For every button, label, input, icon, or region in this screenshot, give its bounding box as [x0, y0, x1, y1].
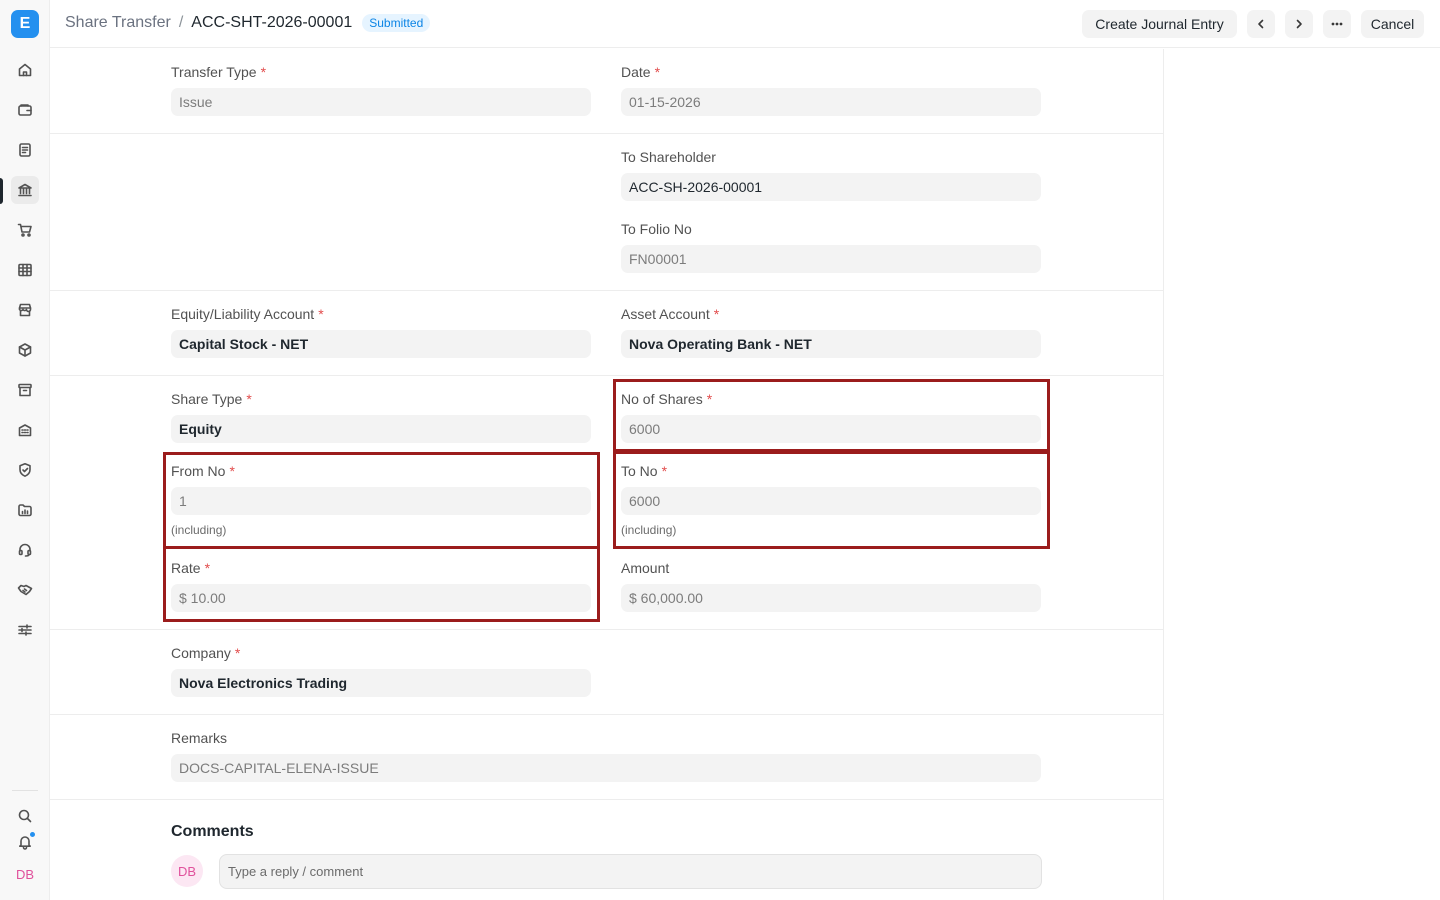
share-type-field[interactable]: Equity — [171, 415, 591, 443]
page-header: Share Transfer / ACC-SHT-2026-00001 Subm… — [50, 0, 1440, 48]
active-indicator — [0, 178, 3, 204]
equity-account-label-text: Equity/Liability Account — [171, 306, 315, 322]
cart-icon[interactable] — [11, 216, 39, 244]
ellipsis-icon — [1331, 22, 1343, 26]
transfer-type-label-text: Transfer Type — [171, 64, 257, 80]
remarks-label: Remarks — [171, 730, 228, 746]
required-mark: * — [318, 306, 324, 322]
highlight-to-no — [613, 451, 1050, 549]
archive-icon[interactable] — [11, 376, 39, 404]
app-logo-letter: E — [19, 15, 31, 32]
sliders-icon[interactable] — [11, 616, 39, 644]
breadcrumb-parent-link[interactable]: Share Transfer — [65, 14, 171, 32]
previous-doc-button[interactable] — [1247, 10, 1275, 38]
share-type-label: Share Type * — [171, 391, 252, 407]
create-journal-entry-button[interactable]: Create Journal Entry — [1082, 10, 1237, 38]
chevron-right-icon — [1296, 19, 1302, 29]
home-icon[interactable] — [11, 56, 39, 84]
shield-icon[interactable] — [11, 456, 39, 484]
app-logo[interactable]: E — [11, 10, 39, 38]
box-icon[interactable] — [11, 336, 39, 364]
highlight-rate — [163, 546, 600, 622]
to-folio-no-label: To Folio No — [621, 221, 692, 237]
user-avatar[interactable]: DB — [11, 862, 39, 886]
asset-account-label: Asset Account * — [621, 306, 719, 322]
transfer-type-field[interactable]: Issue — [171, 88, 591, 116]
table-icon[interactable] — [11, 256, 39, 284]
document-icon[interactable] — [11, 136, 39, 164]
section-divider — [50, 799, 1163, 800]
to-shareholder-label: To Shareholder — [621, 149, 716, 165]
remarks-field[interactable]: DOCS-CAPITAL-ELENA-ISSUE — [171, 754, 1041, 782]
section-divider — [50, 290, 1163, 291]
chevron-left-icon — [1258, 19, 1264, 29]
company-label-text: Company — [171, 645, 231, 661]
folder-icon[interactable] — [11, 496, 39, 524]
headset-icon[interactable] — [11, 536, 39, 564]
required-mark: * — [713, 306, 720, 322]
date-label: Date * — [621, 64, 660, 80]
breadcrumb-separator: / — [178, 14, 184, 31]
amount-field[interactable]: $ 60,000.00 — [621, 584, 1041, 612]
building-icon[interactable] — [11, 416, 39, 444]
equity-account-field[interactable]: Capital Stock - NET — [171, 330, 591, 358]
required-mark: * — [246, 391, 252, 407]
required-mark: * — [260, 64, 267, 80]
more-actions-button[interactable] — [1323, 10, 1351, 38]
page-title: ACC-SHT-2026-00001 — [191, 14, 353, 31]
form-area: Transfer Type * Issue Date * 01-15-2026 To… — [50, 49, 1164, 900]
sidebar-divider — [12, 790, 38, 791]
store-icon[interactable] — [11, 296, 39, 324]
section-divider — [50, 133, 1163, 134]
to-shareholder-field[interactable]: ACC-SH-2026-00001 — [621, 173, 1041, 201]
bank-icon[interactable] — [11, 176, 39, 204]
search-icon[interactable] — [11, 802, 39, 830]
next-doc-button[interactable] — [1285, 10, 1313, 38]
required-mark: * — [234, 645, 241, 661]
amount-label: Amount — [621, 560, 670, 576]
status-badge: Submitted — [362, 14, 431, 32]
comments-title: Comments — [171, 823, 254, 840]
company-label: Company * — [171, 645, 240, 661]
equity-account-label: Equity/Liability Account * — [171, 306, 324, 322]
comment-input[interactable]: Type a reply / comment — [219, 854, 1042, 889]
highlight-no-of-shares — [613, 379, 1050, 452]
breadcrumb: Share Transfer / ACC-SHT-2026-00001 Subm… — [65, 14, 431, 32]
transfer-type-label: Transfer Type * — [171, 64, 266, 80]
comment-avatar: DB — [171, 855, 203, 887]
sidebar: E DB — [0, 0, 50, 900]
company-field[interactable]: Nova Electronics Trading — [171, 669, 591, 697]
date-field[interactable]: 01-15-2026 — [621, 88, 1041, 116]
share-type-label-text: Share Type — [171, 391, 243, 407]
section-divider — [50, 375, 1163, 376]
cancel-button[interactable]: Cancel — [1361, 10, 1424, 38]
required-mark: * — [654, 64, 661, 80]
to-folio-no-field[interactable]: FN00001 — [621, 245, 1041, 273]
bell-icon[interactable] — [11, 828, 39, 856]
handshake-icon[interactable] — [11, 576, 39, 604]
section-divider — [50, 714, 1163, 715]
date-label-text: Date — [621, 64, 651, 80]
highlight-from-no — [163, 452, 600, 549]
section-divider — [50, 629, 1163, 630]
wallet-icon[interactable] — [11, 96, 39, 124]
notification-dot — [29, 831, 36, 838]
asset-account-label-text: Asset Account — [621, 306, 710, 322]
asset-account-field[interactable]: Nova Operating Bank - NET — [621, 330, 1041, 358]
